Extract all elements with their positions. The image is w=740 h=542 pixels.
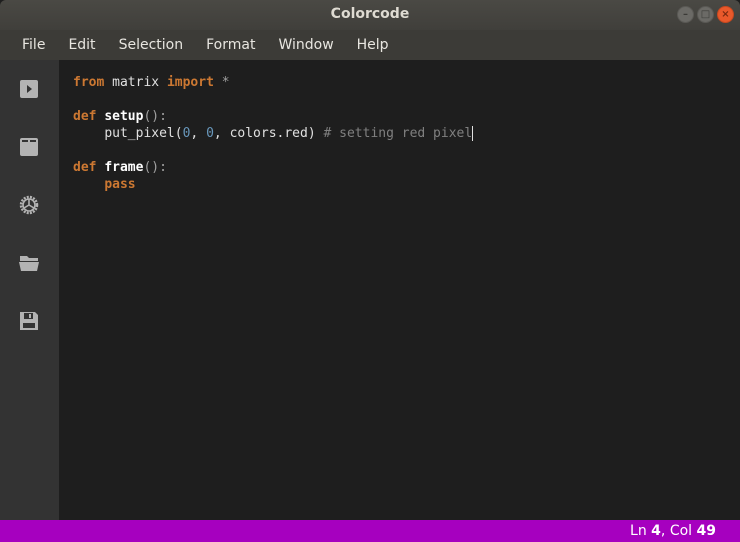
- open-folder-button[interactable]: [19, 253, 39, 273]
- minimize-icon: –: [683, 8, 688, 20]
- status-bar: Ln 4, Col 49: [0, 520, 740, 542]
- punctuation: ,: [213, 126, 230, 141]
- column-number: 49: [696, 523, 716, 539]
- window-controls: – □ ×: [677, 6, 734, 23]
- code-line-3: def setup():: [73, 108, 167, 125]
- close-icon: ×: [721, 8, 730, 20]
- minimize-button[interactable]: –: [677, 6, 694, 23]
- identifier: put_pixel(: [104, 126, 183, 141]
- number: 0: [206, 126, 214, 141]
- menu-selection[interactable]: Selection: [119, 37, 197, 53]
- keyword: from: [73, 75, 105, 90]
- save-icon: [20, 312, 38, 330]
- menu-help[interactable]: Help: [357, 37, 402, 53]
- menu-file[interactable]: File: [22, 37, 58, 53]
- identifier: colors.red): [229, 126, 316, 141]
- settings-button[interactable]: [19, 195, 39, 215]
- package-button[interactable]: [19, 137, 39, 157]
- save-button[interactable]: [19, 311, 39, 331]
- sidebar: [0, 60, 59, 520]
- function-name: frame: [104, 160, 144, 175]
- code-line-1: from matrix import *: [73, 74, 230, 91]
- comment: # setting red pixel: [315, 126, 473, 141]
- keyword: import: [166, 75, 214, 90]
- punctuation: ():: [143, 109, 167, 124]
- cursor-position: Ln 4, Col 49: [630, 523, 716, 539]
- menu-bar: File Edit Selection Format Window Help: [0, 30, 740, 60]
- punctuation: ():: [143, 160, 167, 175]
- maximize-icon: □: [700, 8, 711, 20]
- menu-edit[interactable]: Edit: [68, 37, 108, 53]
- title-bar: Colorcode – □ ×: [0, 0, 740, 30]
- run-icon: [20, 80, 38, 98]
- keyword: def: [73, 109, 97, 124]
- identifier: matrix: [104, 75, 167, 90]
- run-button[interactable]: [19, 79, 39, 99]
- operator: *: [213, 75, 230, 90]
- menu-window[interactable]: Window: [278, 37, 346, 53]
- punctuation: ,: [190, 126, 207, 141]
- keyword: def: [73, 160, 97, 175]
- maximize-button[interactable]: □: [697, 6, 714, 23]
- menu-format[interactable]: Format: [206, 37, 268, 53]
- code-editor[interactable]: from matrix import * def setup(): put_pi…: [59, 60, 740, 520]
- close-button[interactable]: ×: [717, 6, 734, 23]
- open-folder-icon: [19, 256, 39, 271]
- package-icon: [20, 138, 38, 156]
- line-label: Ln: [630, 523, 647, 539]
- settings-icon: [19, 195, 39, 215]
- function-name: setup: [104, 109, 144, 124]
- code-line-6: def frame():: [73, 159, 167, 176]
- text-cursor: [472, 126, 474, 141]
- line-number: 4: [651, 523, 661, 539]
- window-title: Colorcode: [330, 6, 410, 22]
- code-line-4: put_pixel(0, 0, colors.red) # setting re…: [73, 125, 474, 142]
- code-line-7: pass: [73, 176, 136, 193]
- column-label: , Col: [660, 523, 693, 539]
- keyword: pass: [104, 177, 136, 192]
